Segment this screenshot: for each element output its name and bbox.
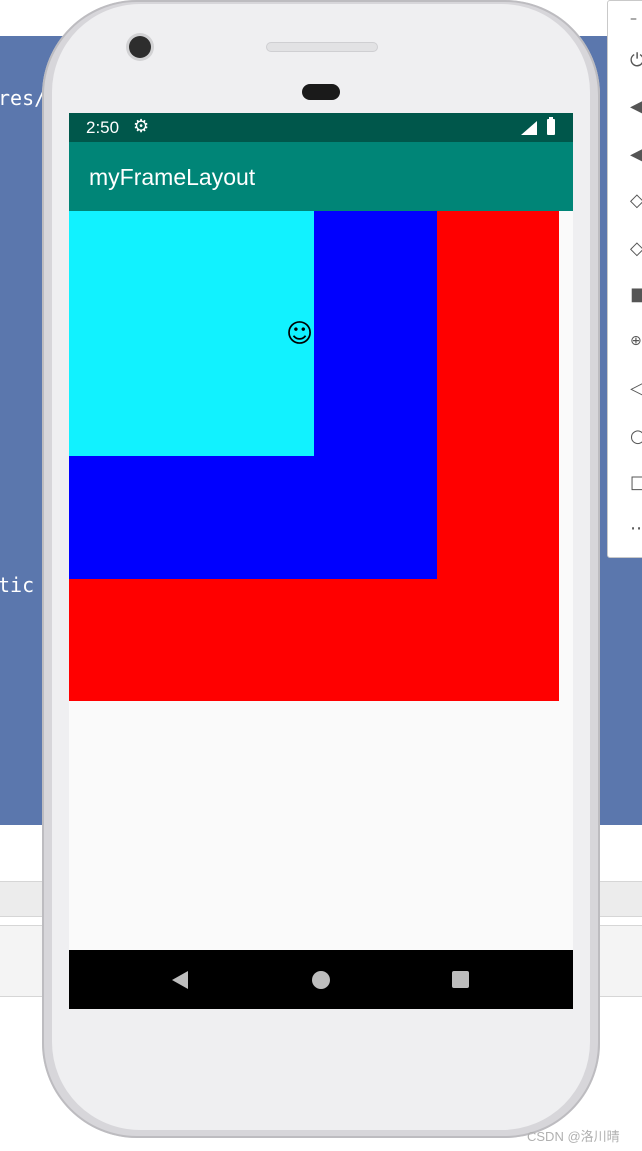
- frame-layout: ☺: [69, 211, 559, 701]
- back-icon[interactable]: ◁: [630, 377, 642, 401]
- navigation-bar: [69, 950, 573, 1009]
- overview-icon[interactable]: □: [630, 471, 642, 495]
- smiley-icon: ☺: [286, 319, 314, 349]
- battery-icon: [547, 117, 555, 135]
- settings-gear-icon: ⚙: [133, 116, 150, 137]
- signal-icon: [521, 121, 537, 135]
- watermark: CSDN @洛川晴: [527, 1129, 620, 1144]
- front-camera: [129, 36, 151, 58]
- camera-icon[interactable]: ■: [630, 283, 642, 307]
- rotate-left-icon[interactable]: ◇: [630, 189, 642, 213]
- power-icon[interactable]: ⏻: [630, 49, 642, 73]
- speaker-grille: [266, 42, 378, 52]
- app-bar: myFrameLayout: [69, 142, 573, 211]
- volume-up-icon[interactable]: ◀: [630, 95, 642, 119]
- nav-home-icon[interactable]: [312, 971, 330, 989]
- status-bar: 2:50 ⚙: [69, 113, 573, 142]
- emulator-toolbar: – ⏻ ◀ ◀ ◇ ◇ ■ ⊕ ◁ ○ □ ⋯: [607, 0, 642, 558]
- home-icon[interactable]: ○: [630, 425, 642, 449]
- volume-down-icon[interactable]: ◀: [630, 143, 642, 167]
- rotate-right-icon[interactable]: ◇: [630, 237, 642, 261]
- nav-recents-icon[interactable]: [452, 971, 469, 988]
- code-fragment: tic: [0, 573, 35, 597]
- more-icon[interactable]: ⋯: [630, 517, 642, 541]
- earpiece: [302, 84, 340, 100]
- nav-back-icon[interactable]: [172, 971, 188, 989]
- code-fragment: res/: [0, 86, 47, 110]
- cyan-view: [69, 211, 314, 456]
- phone-screen: 2:50 ⚙ myFrameLayout ☺: [69, 113, 573, 1009]
- zoom-icon[interactable]: ⊕: [630, 329, 642, 353]
- app-title: myFrameLayout: [89, 164, 256, 190]
- minimize-icon[interactable]: –: [630, 7, 642, 31]
- status-time: 2:50: [86, 118, 120, 137]
